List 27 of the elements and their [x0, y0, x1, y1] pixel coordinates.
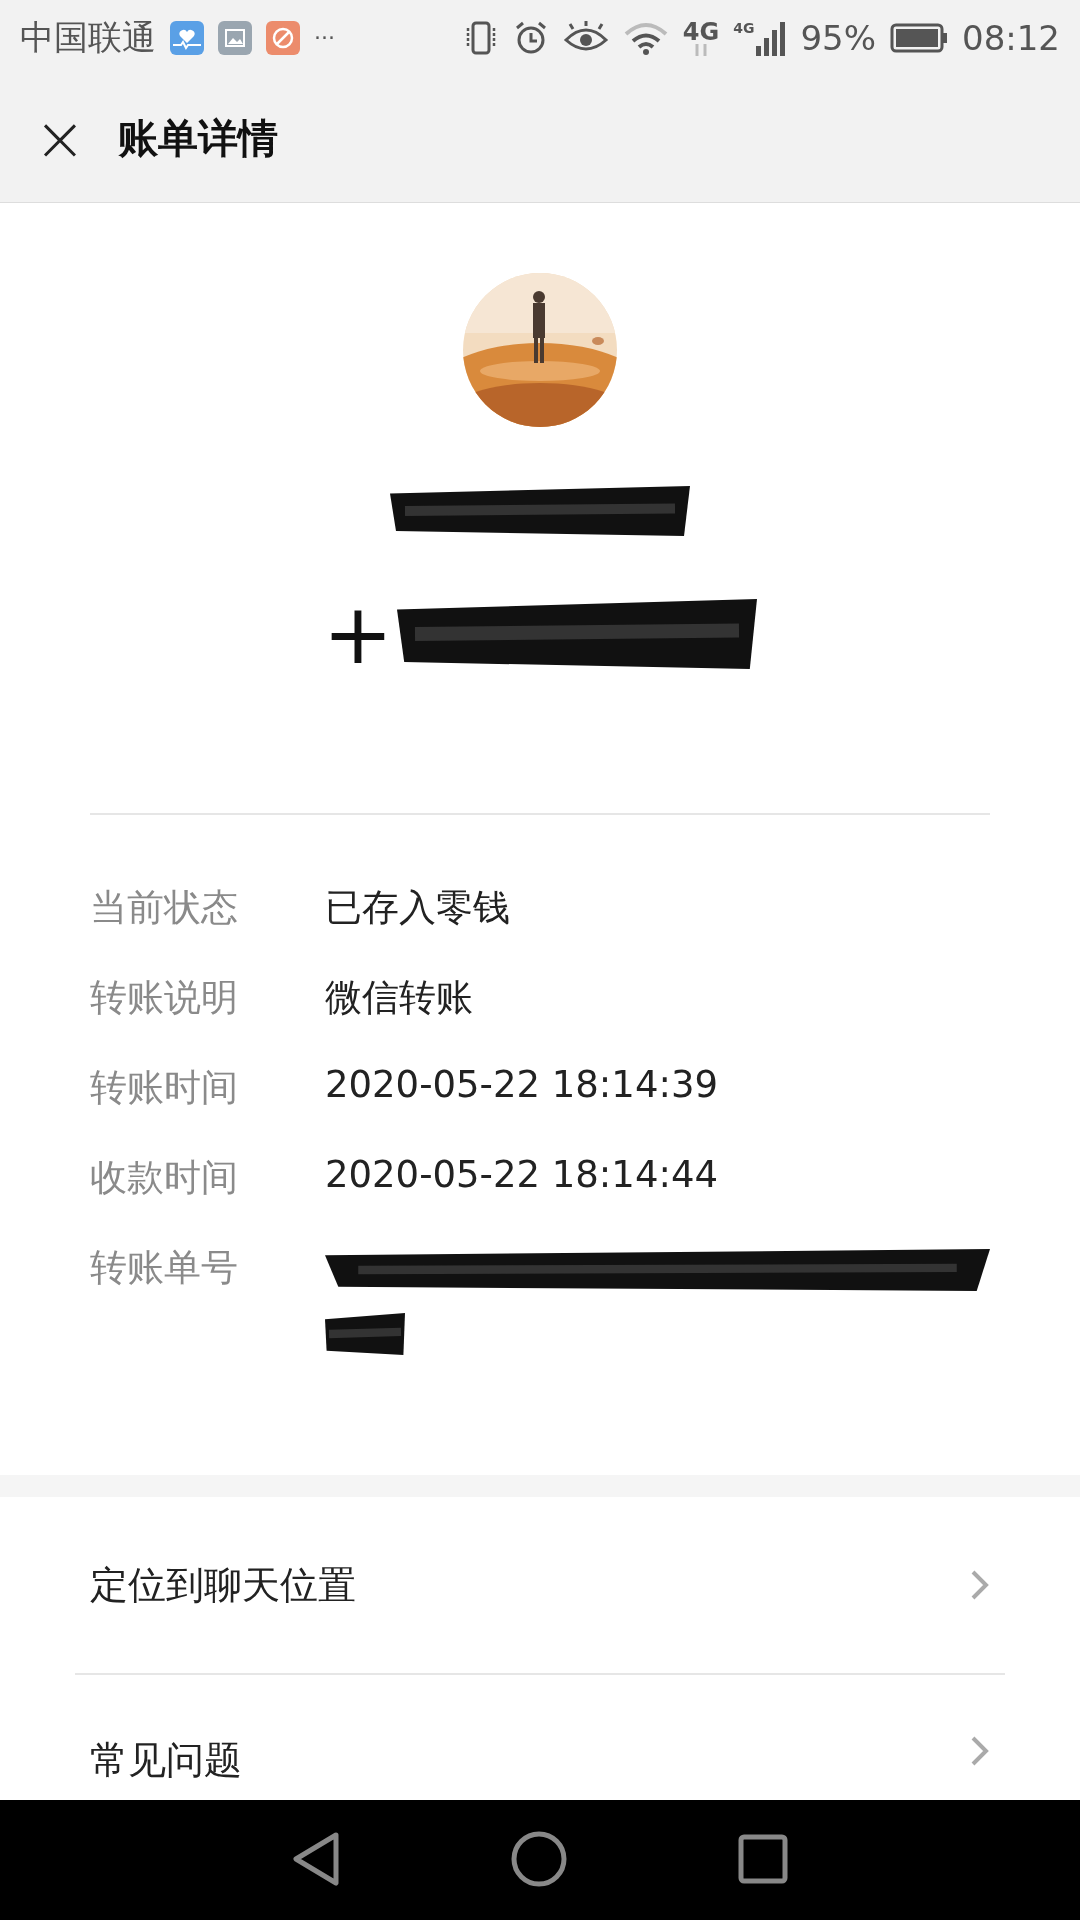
- list-item[interactable]: 定位到聊天位置: [0, 1497, 1080, 1673]
- battery-icon: [890, 22, 948, 53]
- detail-label: 转账说明: [90, 975, 239, 1021]
- detail-value: 2020-05-22 18:14:44: [325, 1153, 718, 1196]
- page-title: 账单详情: [117, 114, 278, 163]
- clock-time: 08:12: [962, 17, 1060, 58]
- chevron-icon: [970, 1569, 990, 1601]
- carrier-name: 中国联通: [20, 15, 156, 59]
- detail-label: 当前状态: [90, 885, 239, 931]
- list-item[interactable]: 常见问题: [0, 1675, 1080, 1799]
- more-notifications: ···: [314, 25, 335, 50]
- health-app-icon: [170, 20, 204, 55]
- recent-apps-button[interactable]: [738, 1833, 788, 1887]
- detail-value: 微信转账: [325, 975, 473, 1021]
- amount-sign: +: [322, 592, 394, 676]
- signal-indicator: 4G: [733, 19, 787, 56]
- chevron-icon: [970, 1735, 990, 1767]
- detail-value: 已存入零钱: [325, 885, 510, 931]
- detail-value: 2020-05-22 18:14:39: [325, 1063, 718, 1106]
- network-type: 4G: [682, 19, 720, 56]
- gallery-app-icon: [218, 20, 252, 55]
- detail-label: 转账时间: [90, 1065, 239, 1111]
- close-button[interactable]: ×: [30, 107, 90, 170]
- battery-percent: 95%: [800, 17, 876, 58]
- detail-label: 转账单号: [90, 1245, 239, 1291]
- detail-label: 收款时间: [90, 1155, 239, 1201]
- app-notification-icon: [266, 20, 300, 55]
